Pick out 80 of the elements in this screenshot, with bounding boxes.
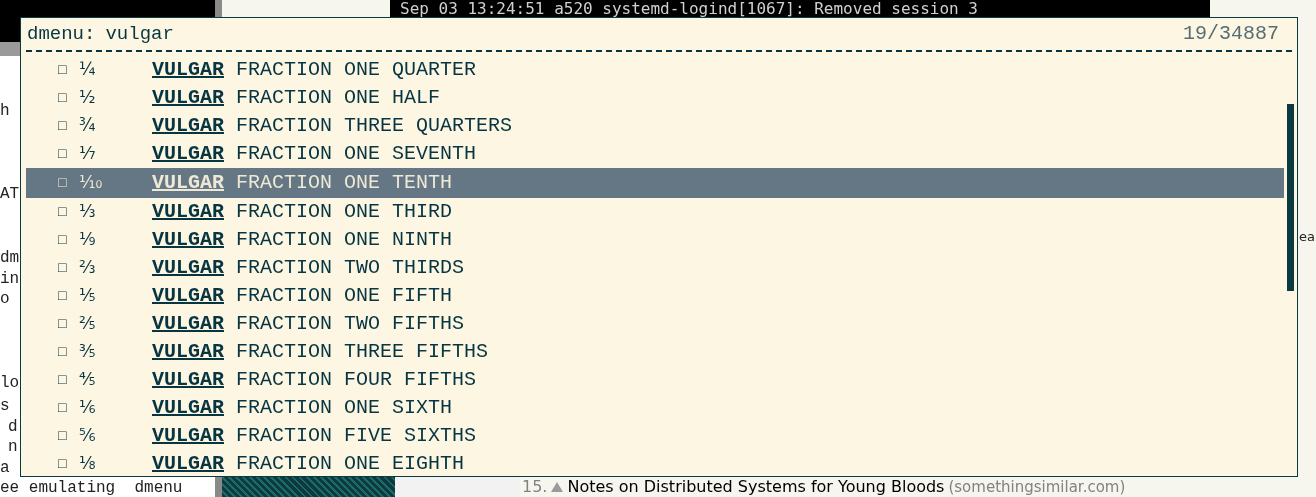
terminal-text: n — [8, 438, 18, 456]
terminal-text: d — [8, 418, 18, 436]
fraction-glyph: ¼ — [79, 58, 97, 82]
fraction-glyph: ½ — [79, 86, 97, 110]
terminal-text: dm — [0, 249, 20, 267]
checkbox-glyph: □ — [58, 60, 68, 80]
terminal-text: o — [0, 290, 10, 308]
rank-number: 15. — [522, 478, 548, 496]
character-name: VULGAR FRACTION FOUR FIFTHS — [152, 367, 477, 393]
checkbox-glyph: □ — [58, 398, 68, 418]
character-name: VULGAR FRACTION ONE SEVENTH — [152, 141, 477, 167]
terminal-text: h — [0, 102, 10, 120]
checkbox-glyph: □ — [58, 88, 68, 108]
terminal-text: a — [0, 459, 10, 477]
fraction-glyph: ⅓ — [79, 200, 97, 224]
prompt-label: dmenu: — [27, 21, 96, 47]
checkbox-glyph: □ — [58, 314, 68, 334]
checkbox-glyph: □ — [58, 173, 68, 193]
checkbox-glyph: □ — [58, 144, 68, 164]
fraction-glyph: ⅚ — [79, 424, 97, 448]
menu-item[interactable]: □ ⅗ VULGAR FRACTION THREE FIFTHS — [26, 338, 1284, 366]
menu-item[interactable]: □ ⅒ VULGAR FRACTION ONE TENTH — [26, 168, 1284, 198]
checkbox-glyph: □ — [58, 258, 68, 278]
menu-item[interactable]: □ ⅑ VULGAR FRACTION ONE NINTH — [26, 226, 1284, 254]
terminal-text: in — [0, 270, 20, 288]
match-counter: 19/34887 — [1183, 21, 1279, 47]
character-name: VULGAR FRACTION ONE SIXTH — [152, 395, 453, 421]
terminal-text: s — [0, 397, 10, 415]
story-title[interactable]: ea — [1299, 228, 1315, 246]
checkbox-glyph: □ — [58, 286, 68, 306]
scrollbar-thumb[interactable] — [1287, 104, 1294, 291]
character-name: VULGAR FRACTION ONE QUARTER — [152, 57, 477, 83]
fraction-glyph: ¾ — [79, 114, 97, 138]
log-line: Sep 03 13:24:51 a520 systemd-logind[1067]: Removed session 3 — [399, 0, 979, 17]
character-name: VULGAR FRACTION TWO THIRDS — [152, 255, 465, 281]
character-name: VULGAR FRACTION ONE NINTH — [152, 227, 453, 253]
character-name: VULGAR FRACTION ONE HALF — [152, 85, 441, 111]
terminal-text: lo — [0, 374, 20, 392]
fraction-glyph: ⅘ — [79, 368, 97, 392]
character-name: VULGAR FRACTION ONE THIRD — [152, 199, 453, 225]
checkbox-glyph: □ — [58, 230, 68, 250]
menu-item[interactable]: □ ⅕ VULGAR FRACTION ONE FIFTH — [26, 282, 1284, 310]
checkbox-glyph: □ — [58, 116, 68, 136]
menu-item[interactable]: □ ⅖ VULGAR FRACTION TWO FIFTHS — [26, 310, 1284, 338]
character-name: VULGAR FRACTION TWO FIFTHS — [152, 311, 465, 337]
fraction-glyph: ⅑ — [79, 228, 97, 252]
fraction-glyph: ⅛ — [79, 452, 97, 476]
character-name: VULGAR FRACTION THREE FIFTHS — [152, 339, 489, 365]
character-name: VULGAR FRACTION ONE TENTH — [152, 170, 453, 196]
site-domain[interactable]: (somethingsimilar.com) — [948, 478, 1126, 496]
terminal-text: AT — [0, 185, 20, 203]
story-title[interactable]: Notes on Distributed Systems for Young Bloods — [567, 478, 945, 496]
fraction-glyph: ⅙ — [79, 396, 97, 420]
query-input[interactable]: vulgar — [105, 19, 174, 49]
checkbox-glyph: □ — [58, 370, 68, 390]
checkbox-glyph: □ — [58, 426, 68, 446]
character-name: VULGAR FRACTION FIVE SIXTHS — [152, 423, 477, 449]
fraction-glyph: ⅔ — [79, 256, 97, 280]
menu-item[interactable]: □ ⅛ VULGAR FRACTION ONE EIGHTH — [26, 450, 1284, 478]
character-name: VULGAR FRACTION THREE QUARTERS — [152, 113, 513, 139]
menu-item[interactable]: □ ⅚ VULGAR FRACTION FIVE SIXTHS — [26, 422, 1284, 450]
character-name: VULGAR FRACTION ONE FIFTH — [152, 283, 453, 309]
menu-item[interactable]: □ ½ VULGAR FRACTION ONE HALF — [26, 84, 1284, 112]
checkbox-glyph: □ — [58, 454, 68, 474]
checkbox-glyph: □ — [58, 342, 68, 362]
character-name: VULGAR FRACTION ONE EIGHTH — [152, 451, 465, 477]
fraction-glyph: ⅒ — [79, 171, 104, 195]
fraction-glyph: ⅖ — [79, 312, 97, 336]
checkbox-glyph: □ — [58, 202, 68, 222]
menu-item[interactable]: □ ⅓ VULGAR FRACTION ONE THIRD — [26, 198, 1284, 226]
fraction-glyph: ⅗ — [79, 340, 97, 364]
menu-item[interactable]: □ ⅙ VULGAR FRACTION ONE SIXTH — [26, 394, 1284, 422]
terminal-text: ee emulating dmenu — [0, 479, 183, 497]
menu-item[interactable]: □ ¼ VULGAR FRACTION ONE QUARTER — [26, 56, 1284, 84]
menu-item[interactable]: □ ⅘ VULGAR FRACTION FOUR FIFTHS — [26, 366, 1284, 394]
menu-item[interactable]: □ ¾ VULGAR FRACTION THREE QUARTERS — [26, 112, 1284, 140]
menu-item[interactable]: □ ⅔ VULGAR FRACTION TWO THIRDS — [26, 254, 1284, 282]
fraction-glyph: ⅕ — [79, 284, 97, 308]
menu-item[interactable]: □ ⅐ VULGAR FRACTION ONE SEVENTH — [26, 140, 1284, 168]
fraction-glyph: ⅐ — [79, 142, 97, 166]
